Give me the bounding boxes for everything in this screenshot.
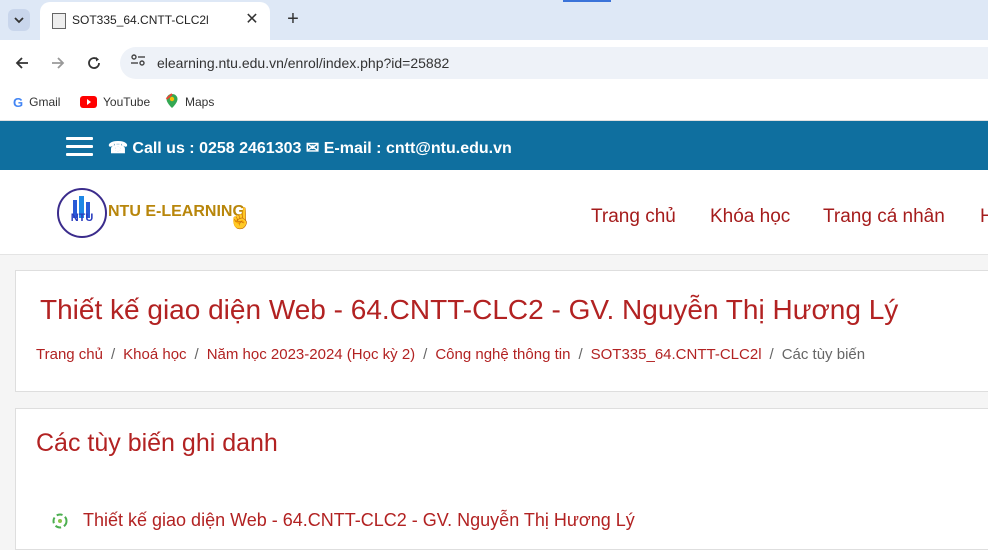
- breadcrumb-year[interactable]: Năm học 2023-2024 (Học kỳ 2): [207, 346, 415, 363]
- email-text: E-mail : cntt@ntu.edu.vn: [323, 140, 512, 157]
- youtube-icon: [80, 96, 97, 108]
- site-logo-text[interactable]: NTU E-LEARNING: [108, 203, 245, 221]
- bookmark-youtube[interactable]: YouTube: [80, 92, 150, 112]
- reload-button[interactable]: [81, 50, 107, 76]
- new-tab-button[interactable]: +: [281, 8, 305, 32]
- breadcrumb-department[interactable]: Công nghệ thông tin: [435, 346, 570, 363]
- course-recycle-icon: [52, 513, 68, 529]
- forward-button[interactable]: [45, 50, 71, 76]
- arrow-right-icon: [52, 57, 65, 69]
- chevron-down-icon: [14, 16, 24, 23]
- call-us-text: Call us : 0258 2461303: [132, 140, 302, 157]
- breadcrumb-courses[interactable]: Khoá học: [123, 346, 186, 363]
- nav-home[interactable]: Trang chủ: [591, 206, 676, 228]
- arrow-left-icon: [15, 57, 28, 69]
- bookmark-label: Maps: [185, 95, 215, 109]
- menu-toggle-button[interactable]: [66, 137, 93, 157]
- page-header-card: [15, 270, 988, 392]
- maps-icon: [165, 92, 179, 112]
- address-bar[interactable]: elearning.ntu.edu.vn/enrol/index.php?id=…: [120, 47, 988, 79]
- tab-search-button[interactable]: [8, 9, 30, 31]
- bookmark-label: Gmail: [29, 95, 61, 109]
- breadcrumb-home[interactable]: Trang chủ: [36, 346, 103, 363]
- bookmark-gmail[interactable]: G Gmail: [13, 92, 60, 112]
- logo-emblem-text: NTU: [71, 212, 94, 224]
- url-text: elearning.ntu.edu.vn/enrol/index.php?id=…: [157, 55, 450, 71]
- phone-icon: ☎: [108, 140, 128, 157]
- breadcrumb: Trang chủ / Khoá học / Năm học 2023-2024 (Họ…: [36, 346, 866, 363]
- bookmark-maps[interactable]: Maps: [165, 92, 214, 112]
- tab-title: SOT335_64.CNTT-CLC2l: [72, 13, 209, 27]
- course-link[interactable]: Thiết kế giao diện Web - 64.CNTT-CLC2 - …: [83, 510, 635, 531]
- nav-profile[interactable]: Trang cá nhân: [823, 206, 945, 228]
- hamburger-icon: [66, 137, 93, 140]
- tab-strip-accent: [563, 0, 611, 2]
- back-button[interactable]: [9, 50, 35, 76]
- page-title: Thiết kế giao diện Web - 64.CNTT-CLC2 - …: [40, 294, 899, 325]
- browser-tab-active[interactable]: SOT335_64.CNTT-CLC2l ✕: [40, 2, 270, 40]
- breadcrumb-course[interactable]: SOT335_64.CNTT-CLC2l: [591, 346, 762, 363]
- reload-icon: [88, 57, 100, 69]
- nav-more[interactable]: H: [980, 206, 988, 228]
- breadcrumb-current: Các tùy biến: [781, 346, 866, 363]
- envelope-icon: ✉: [305, 140, 320, 157]
- pointer-hand-icon: ☝: [228, 208, 253, 230]
- nav-courses[interactable]: Khóa học: [710, 206, 790, 228]
- section-title: Các tùy biến ghi danh: [36, 429, 278, 457]
- bookmark-label: YouTube: [103, 95, 151, 109]
- tab-close-button[interactable]: ✕: [242, 10, 262, 30]
- ntu-logo-emblem[interactable]: NTU: [57, 188, 107, 238]
- contact-info: ☎ Call us : 0258 2461303 ✉ E-mail : cntt…: [108, 138, 512, 158]
- page-favicon-icon: [52, 13, 66, 29]
- site-settings-icon[interactable]: [128, 53, 148, 73]
- gmail-icon: G: [13, 94, 24, 110]
